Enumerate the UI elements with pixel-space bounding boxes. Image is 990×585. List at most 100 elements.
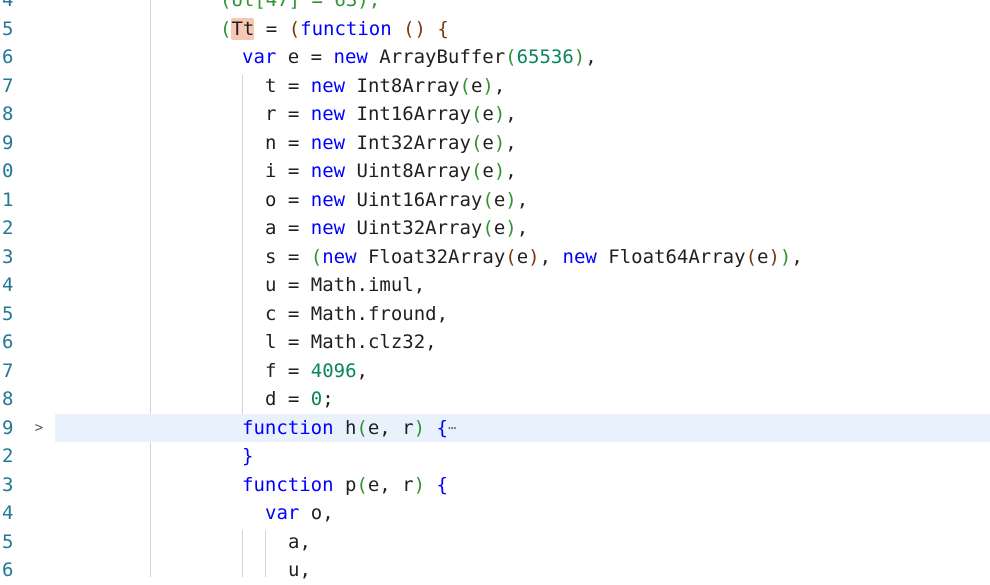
code-text: o = new Uint16Array(e), (265, 186, 528, 215)
code-line[interactable]: 5 (Tt = (function () { (0, 15, 990, 44)
code-line[interactable]: 7 t = new Int8Array(e), (0, 72, 990, 101)
code-text: i = new Uint8Array(e), (265, 157, 517, 186)
code-text: (Tt = (function () { (220, 15, 449, 44)
folded-ellipsis-icon[interactable]: ⋯ (448, 420, 457, 436)
code-text: function h(e, r) {⋯ (242, 414, 457, 443)
code-token: , (516, 217, 529, 239)
code-token: ) (413, 416, 426, 439)
line-number: 3 (2, 473, 14, 496)
code-token: ) (505, 188, 517, 211)
code-line[interactable]: 4 (Ut[47] = 63), (0, 0, 990, 15)
code-line[interactable]: 2 a = new Uint32Array(e), (0, 214, 990, 243)
code-token: e (493, 217, 506, 239)
code-token: , (505, 131, 517, 154)
code-text: function p(e, r) { (242, 471, 448, 500)
code-line[interactable]: 3 function p(e, r) { (0, 471, 990, 500)
code-line[interactable]: 4 var o, (0, 499, 990, 528)
code-token: (Ut[47] = 63), (220, 0, 381, 11)
code-token: new (333, 46, 368, 68)
code-token: e = (276, 46, 334, 68)
line-number: 5 (2, 530, 14, 553)
code-line-highlighted[interactable]: 9 > function h(e, r) {⋯ (2, 413, 990, 443)
line-number: 2 (2, 217, 14, 239)
line-number: 6 (2, 559, 14, 581)
code-token: ( (288, 17, 301, 40)
code-token: ( (356, 416, 368, 439)
code-token: 4096 (310, 359, 357, 382)
code-token: h (333, 416, 357, 439)
code-token: Int16Array (345, 103, 471, 125)
code-token: e, r (367, 416, 414, 439)
code-line[interactable]: 0 i = new Uint8Array(e), (0, 157, 990, 186)
line-number: 8 (2, 103, 14, 125)
code-line[interactable]: 6 u, (0, 556, 990, 585)
line-number: 4 (2, 502, 14, 524)
code-token: ) (493, 131, 506, 154)
code-token: var (265, 502, 300, 524)
code-token: function (242, 416, 334, 439)
code-token: , (505, 103, 517, 125)
line-number: 6 (2, 46, 14, 68)
code-token: ( (220, 17, 232, 40)
code-token: Int32Array (345, 131, 471, 154)
code-line[interactable]: 6 var e = new ArrayBuffer(65536), (0, 43, 990, 72)
line-number: 9 (2, 416, 14, 439)
code-text: t = new Int8Array(e), (265, 72, 505, 101)
code-token: Uint16Array (345, 188, 483, 211)
code-token: ) (505, 217, 517, 239)
code-token: f = (265, 359, 311, 382)
code-token: Float32Array (356, 245, 506, 268)
code-token: e (482, 131, 494, 154)
code-line[interactable]: 9 n = new Int32Array(e), (0, 129, 990, 158)
code-token: ( (505, 245, 517, 268)
code-line[interactable]: 4 u = Math.imul, (0, 271, 990, 300)
code-line[interactable]: 8 d = 0; (0, 385, 990, 414)
line-number: 7 (2, 74, 14, 97)
code-token: ) (573, 46, 586, 68)
code-line[interactable]: 5 c = Math.fround, (0, 300, 990, 329)
code-token: ( (459, 74, 471, 97)
code-token: e (757, 245, 769, 268)
code-line[interactable]: 8 r = new Int16Array(e), (0, 100, 990, 129)
code-token: ( (470, 160, 483, 182)
line-number: 8 (2, 388, 14, 410)
code-text: d = 0; (265, 385, 334, 414)
code-text: (Ut[47] = 63), (220, 0, 380, 15)
code-token: a = (265, 217, 311, 239)
code-token: new (310, 217, 346, 239)
code-token: ) (779, 245, 792, 268)
code-token: new (310, 160, 346, 182)
line-number: 3 (2, 245, 14, 268)
code-token: e, r (367, 473, 414, 496)
code-token: ( (745, 245, 758, 268)
code-token: ) (768, 245, 780, 268)
code-token: { (436, 416, 448, 439)
line-number: 5 (2, 302, 14, 325)
fold-chevron-right-icon[interactable]: > (33, 414, 45, 443)
code-token: { (436, 473, 448, 496)
code-token: new (310, 103, 346, 125)
code-editor[interactable]: 4 (Ut[47] = 63), 5 (Tt = (function () {6 var… (0, 0, 990, 581)
code-token: new (322, 245, 357, 268)
code-token: c = Math.fround, (265, 302, 449, 325)
code-token: e (516, 245, 529, 268)
code-token: () { (391, 17, 449, 40)
code-token: , (791, 245, 803, 268)
code-token: , (539, 245, 563, 268)
line-number: 9 (2, 131, 14, 154)
code-token: s = (265, 245, 311, 268)
code-token: new (310, 74, 346, 97)
line-number: 4 (2, 274, 14, 296)
code-line[interactable]: 3s = (new Float32Array(e), new Float64Ar… (0, 243, 990, 272)
code-token: e (470, 74, 483, 97)
code-line[interactable]: 1 o = new Uint16Array(e), (0, 186, 990, 215)
code-line[interactable]: 2} (0, 442, 990, 471)
code-line[interactable]: 7 f = 4096, (0, 357, 990, 386)
code-line[interactable]: 5 a, (0, 528, 990, 557)
code-token: , (585, 46, 597, 68)
code-line[interactable]: 6 l = Math.clz32, (0, 328, 990, 357)
code-token: ( (505, 46, 517, 68)
line-number: 4 (2, 0, 14, 11)
code-token: r = (265, 103, 311, 125)
